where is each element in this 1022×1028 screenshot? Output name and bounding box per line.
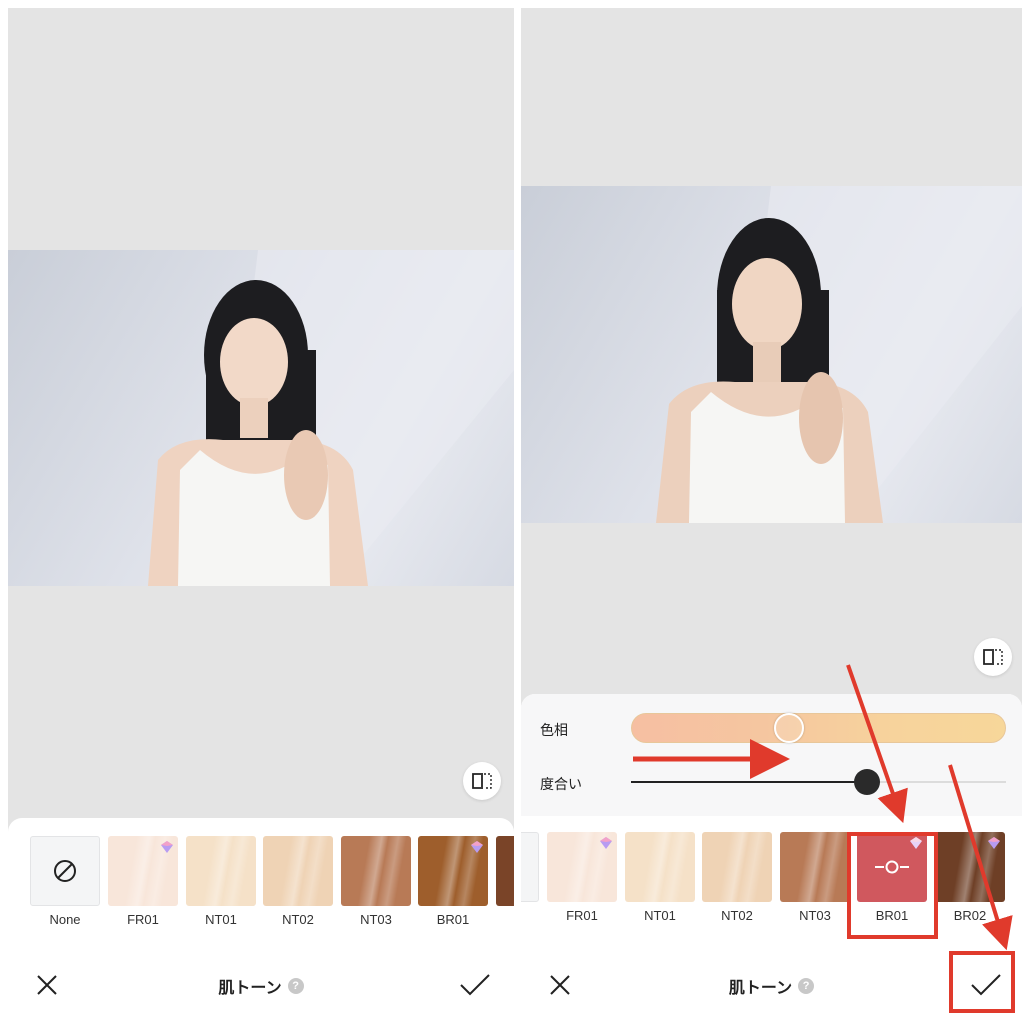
- preset-swatch: [857, 832, 927, 902]
- preset-label: NT03: [799, 908, 831, 923]
- preset-none[interactable]: [521, 832, 539, 932]
- preset-swatch: [108, 836, 178, 906]
- preset-nt01[interactable]: NT01: [186, 836, 256, 936]
- preset-label: NT01: [644, 908, 676, 923]
- portrait-image: [656, 186, 1022, 523]
- adjust-panel: 色相 度合い: [521, 694, 1022, 816]
- preset-fr01[interactable]: FR01: [108, 836, 178, 936]
- preset-swatch: [521, 832, 539, 902]
- preset-fr01[interactable]: FR01: [547, 832, 617, 932]
- premium-icon: [161, 841, 173, 853]
- preset-swatch: [30, 836, 100, 906]
- edited-photo: [8, 250, 514, 586]
- preset-swatch: [496, 836, 514, 906]
- degree-label: 度合い: [540, 776, 582, 792]
- compare-button[interactable]: [463, 762, 501, 800]
- preset-swatch: [547, 832, 617, 902]
- preset-nt03[interactable]: NT03: [341, 836, 411, 936]
- preset-br02[interactable]: BR02: [935, 832, 1005, 932]
- tool-title: 肌トーン: [728, 980, 793, 997]
- preset-swatch: [780, 832, 850, 902]
- preset-label: FR01: [566, 908, 598, 923]
- preset-none[interactable]: None: [30, 836, 100, 936]
- preset-nt01[interactable]: NT01: [625, 832, 695, 932]
- preset-label: NT03: [360, 912, 392, 927]
- bottom-sheet: 色相 度合い FR01 NT01 NT02 NT03 BR01 BR02 肌トー…: [521, 694, 1022, 1028]
- preset-label: BR01: [436, 912, 470, 927]
- preset-swatch: [341, 836, 411, 906]
- preset-label: NT02: [282, 912, 314, 927]
- bottom-sheet: None FR01 NT01 NT02 NT03 BR01 肌トーン ?: [8, 818, 514, 1028]
- preset-label: BR02: [953, 908, 987, 923]
- preset-label: NT02: [721, 908, 753, 923]
- tool-title: 肌トーン: [218, 980, 282, 997]
- toolbar-title: 肌トーン?: [8, 974, 514, 998]
- skin-tone-presets: None FR01 NT01 NT02 NT03 BR01: [8, 836, 514, 946]
- preset-swatch: [418, 836, 488, 906]
- compare-icon: [472, 773, 492, 789]
- preset-br01[interactable]: BR01: [418, 836, 488, 936]
- skin-tone-presets: FR01 NT01 NT02 NT03 BR01 BR02: [521, 832, 1022, 942]
- preset-swatch: [186, 836, 256, 906]
- hue-slider[interactable]: [631, 713, 1006, 743]
- compare-button[interactable]: [974, 638, 1012, 676]
- screen-left: None FR01 NT01 NT02 NT03 BR01 肌トーン ?: [8, 8, 514, 1028]
- portrait-image: [148, 250, 514, 586]
- premium-icon: [600, 837, 612, 849]
- preset-swatch: [263, 836, 333, 906]
- preset-nt02[interactable]: NT02: [702, 832, 772, 932]
- check-icon[interactable]: [969, 972, 1003, 998]
- preset-label: BR01: [875, 908, 909, 923]
- help-icon[interactable]: ?: [287, 978, 304, 994]
- preset-nt03[interactable]: NT03: [780, 832, 850, 932]
- degree-slider[interactable]: [631, 769, 1006, 795]
- preset-partial[interactable]: [496, 836, 514, 936]
- premium-icon: [988, 837, 1000, 849]
- edited-photo: [521, 186, 1022, 523]
- preset-swatch: [625, 832, 695, 902]
- preset-swatch: [935, 832, 1005, 902]
- help-icon[interactable]: ?: [798, 978, 815, 994]
- preset-label: NT01: [205, 912, 237, 927]
- hue-label: 色相: [540, 722, 568, 738]
- screen-right: 色相 度合い FR01 NT01 NT02 NT03 BR01 BR02 肌トー…: [521, 8, 1022, 1028]
- adjust-icon: [875, 860, 909, 874]
- none-icon: [54, 860, 76, 882]
- adjust-overlay: [857, 832, 927, 902]
- toolbar-title: 肌トーン?: [521, 974, 1022, 998]
- bottom-toolbar: 肌トーン?: [521, 948, 1022, 1028]
- preset-br01-selected[interactable]: BR01: [857, 832, 927, 932]
- preset-swatch: [702, 832, 772, 902]
- preset-nt02[interactable]: NT02: [263, 836, 333, 936]
- compare-icon: [983, 649, 1003, 665]
- degree-slider-knob[interactable]: [854, 769, 881, 795]
- degree-slider-fill: [631, 781, 868, 783]
- preset-label: None: [49, 912, 81, 927]
- premium-icon: [471, 841, 483, 853]
- hue-slider-knob[interactable]: [773, 713, 804, 743]
- preset-label: FR01: [127, 912, 159, 927]
- check-icon[interactable]: [458, 972, 492, 998]
- bottom-toolbar: 肌トーン?: [8, 948, 514, 1028]
